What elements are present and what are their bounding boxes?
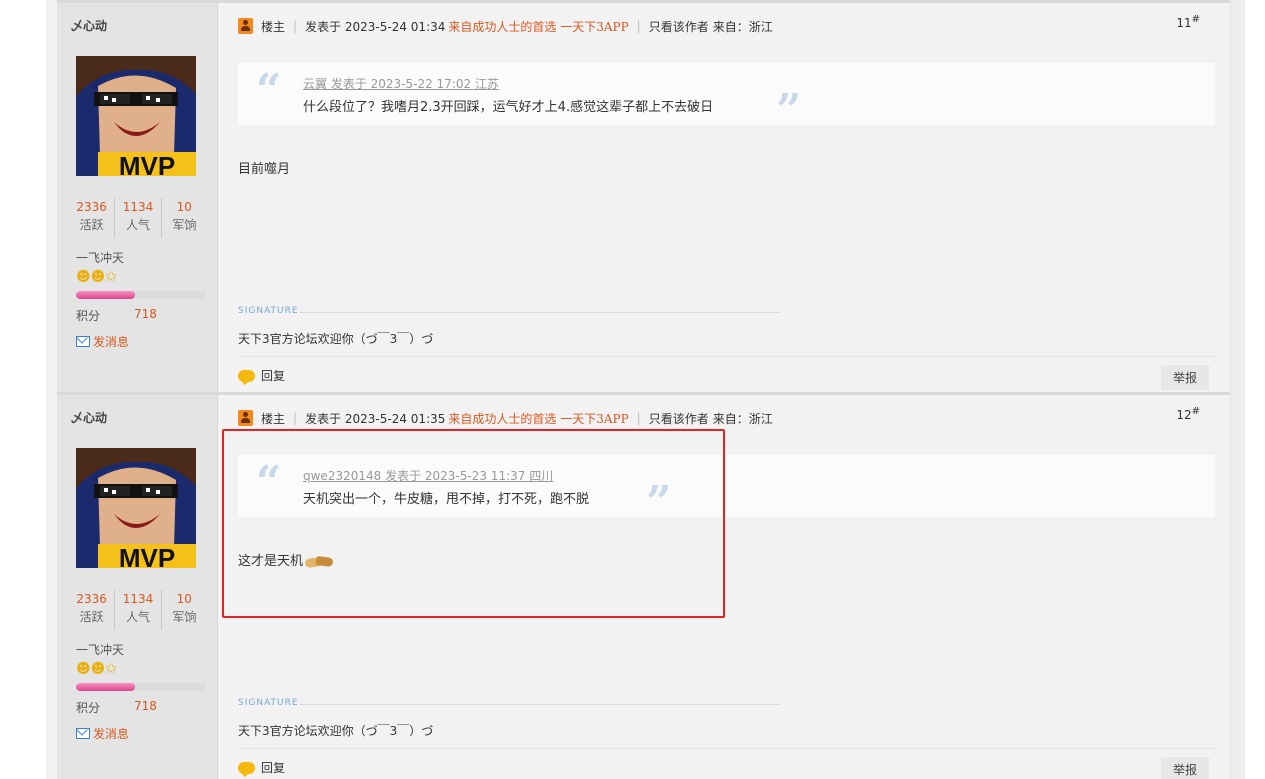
mail-icon: [76, 336, 90, 347]
reply-button[interactable]: 回复: [238, 759, 286, 777]
send-message-label: 发消息: [93, 335, 130, 349]
signature-label: SIGNATURE: [238, 306, 299, 316]
rank-progress-bar: [76, 291, 206, 299]
stat-value: 1134: [122, 592, 154, 606]
author-panel: 乄心动 MVP 2336 活跃 1134 人气 10 军饷 一飞冲天 ☻☻✩ 积…: [57, 395, 218, 779]
post-content: 楼主 | 发表于 2023-5-24 01:34 来自成功人士的首选 一天下3A…: [238, 3, 1215, 392]
owner-label: 楼主: [261, 19, 286, 34]
rank-title[interactable]: 一飞冲天: [76, 249, 124, 266]
report-button[interactable]: 举报: [1160, 757, 1209, 779]
rank-progress-fill: [76, 683, 135, 691]
header-divider: |: [293, 19, 298, 33]
avatar[interactable]: MVP: [76, 448, 196, 568]
avatar[interactable]: MVP: [76, 56, 196, 176]
avatar-badge-text: MVP: [119, 543, 175, 568]
stat-value: 10: [176, 200, 192, 214]
floor-number[interactable]: 12#: [1176, 406, 1200, 422]
header-divider: |: [636, 411, 641, 425]
stat-popularity[interactable]: 1134 人气: [115, 590, 162, 630]
reply-bubble-icon: [238, 369, 255, 385]
avatar-badge-text: MVP: [119, 151, 175, 176]
stat-activity[interactable]: 2336 活跃: [69, 198, 116, 238]
signature-divider: [300, 704, 780, 705]
post-time: 发表于 2023-5-24 01:34: [305, 19, 446, 34]
floor-mark: #: [1191, 406, 1200, 417]
reply-button[interactable]: 回复: [238, 367, 286, 385]
stat-label: 军饷: [172, 218, 197, 232]
stat-value: 2336: [76, 592, 107, 606]
stat-value: 1134: [122, 200, 154, 214]
forum-thread: 乄心动 MVP 2336 活跃 1134 人气 10 军饷 一飞冲天 ☻☻✩ 积…: [46, 0, 1245, 779]
stat-label: 活跃: [79, 218, 104, 232]
mail-icon: [76, 728, 90, 739]
author-name[interactable]: 乄心动: [71, 409, 107, 426]
open-quote-icon: “: [256, 65, 282, 116]
reply-bubble-icon: [238, 761, 255, 777]
stat-label: 军饷: [172, 610, 197, 624]
stat-value: 2336: [76, 200, 107, 214]
header-divider: |: [636, 19, 641, 33]
rank-progress-bar: [76, 683, 206, 691]
page-edge: [1230, 0, 1245, 779]
rank-progress-fill: [76, 291, 135, 299]
stat-value: 10: [176, 592, 192, 606]
stat-label: 活跃: [79, 610, 104, 624]
post-header: 楼主 | 发表于 2023-5-24 01:34 来自成功人士的首选 一天下3A…: [238, 14, 1215, 36]
stat-pay[interactable]: 10 军饷: [162, 198, 207, 238]
rank-title[interactable]: 一飞冲天: [76, 641, 124, 658]
floor-number[interactable]: 11#: [1176, 14, 1200, 30]
stat-popularity[interactable]: 1134 人气: [115, 198, 162, 238]
thread-owner-icon: [238, 18, 253, 34]
quote-source-link[interactable]: 云翼 发表于 2023-5-22 17:02 江苏: [303, 75, 499, 92]
header-divider: |: [293, 411, 298, 425]
signature-divider: [300, 312, 780, 313]
post-body: 目前噬月: [238, 162, 291, 177]
rank-icons: ☻☻✩: [76, 661, 117, 677]
rank-icons: ☻☻✩: [76, 269, 117, 285]
author-name[interactable]: 乄心动: [71, 17, 107, 34]
stat-label: 人气: [125, 218, 150, 232]
signature-text: 天下3官方论坛欢迎你（づ￣3￣）づ: [238, 332, 434, 346]
post-location: 来自：浙江: [712, 19, 773, 34]
floor-number-value: 12: [1176, 408, 1192, 422]
score-value: 718: [134, 307, 157, 321]
stat-label: 人气: [125, 610, 150, 624]
send-message-link[interactable]: 发消息: [76, 725, 129, 742]
signature-text: 天下3官方论坛欢迎你（づ￣3￣）づ: [238, 724, 434, 738]
score-label: 积分: [76, 309, 101, 323]
send-message-link[interactable]: 发消息: [76, 333, 129, 350]
floor-number-value: 11: [1176, 16, 1192, 30]
quote-text: 什么段位了？我嗜月2.3开回踩，运气好才上4.感觉这辈子都上不去破日: [303, 100, 714, 115]
score-value: 718: [134, 699, 157, 713]
reply-label: 回复: [261, 369, 286, 383]
close-quote-icon: ”: [776, 85, 802, 136]
stat-pay[interactable]: 10 军饷: [162, 590, 207, 630]
post-location: 来自：浙江: [712, 411, 773, 426]
quote-block: “ 云翼 发表于 2023-5-22 17:02 江苏 什么段位了？我嗜月2.3…: [238, 63, 1215, 133]
report-button[interactable]: 举报: [1160, 365, 1209, 390]
author-panel: 乄心动 MVP 2336 活跃 1134 人气 10 军饷 一飞冲天 ☻☻✩ 积…: [57, 3, 218, 392]
floor-mark: #: [1191, 14, 1200, 25]
owner-label: 楼主: [261, 411, 286, 426]
app-promo-link[interactable]: 来自成功人士的首选 一天下3APP: [448, 410, 628, 427]
footer-divider: [238, 748, 1215, 749]
stat-activity[interactable]: 2336 活跃: [69, 590, 116, 630]
footer-divider: [238, 356, 1215, 357]
author-only-link[interactable]: 只看该作者: [649, 410, 709, 427]
highlight-annotation: [222, 429, 725, 618]
send-message-label: 发消息: [93, 727, 130, 741]
score-label: 积分: [76, 701, 101, 715]
signature-label: SIGNATURE: [238, 698, 299, 708]
author-stats: 2336 活跃 1134 人气 10 军饷: [69, 590, 207, 630]
author-only-link[interactable]: 只看该作者: [649, 18, 709, 35]
reply-label: 回复: [261, 761, 286, 775]
post-time: 发表于 2023-5-24 01:35: [305, 411, 446, 426]
app-promo-link[interactable]: 来自成功人士的首选 一天下3APP: [448, 18, 628, 35]
post-floor-11: 乄心动 MVP 2336 活跃 1134 人气 10 军饷 一飞冲天 ☻☻✩ 积…: [46, 0, 1245, 392]
thread-owner-icon: [238, 410, 253, 426]
author-stats: 2336 活跃 1134 人气 10 军饷: [69, 198, 207, 238]
post-header: 楼主 | 发表于 2023-5-24 01:35 来自成功人士的首选 一天下3A…: [238, 406, 1215, 428]
